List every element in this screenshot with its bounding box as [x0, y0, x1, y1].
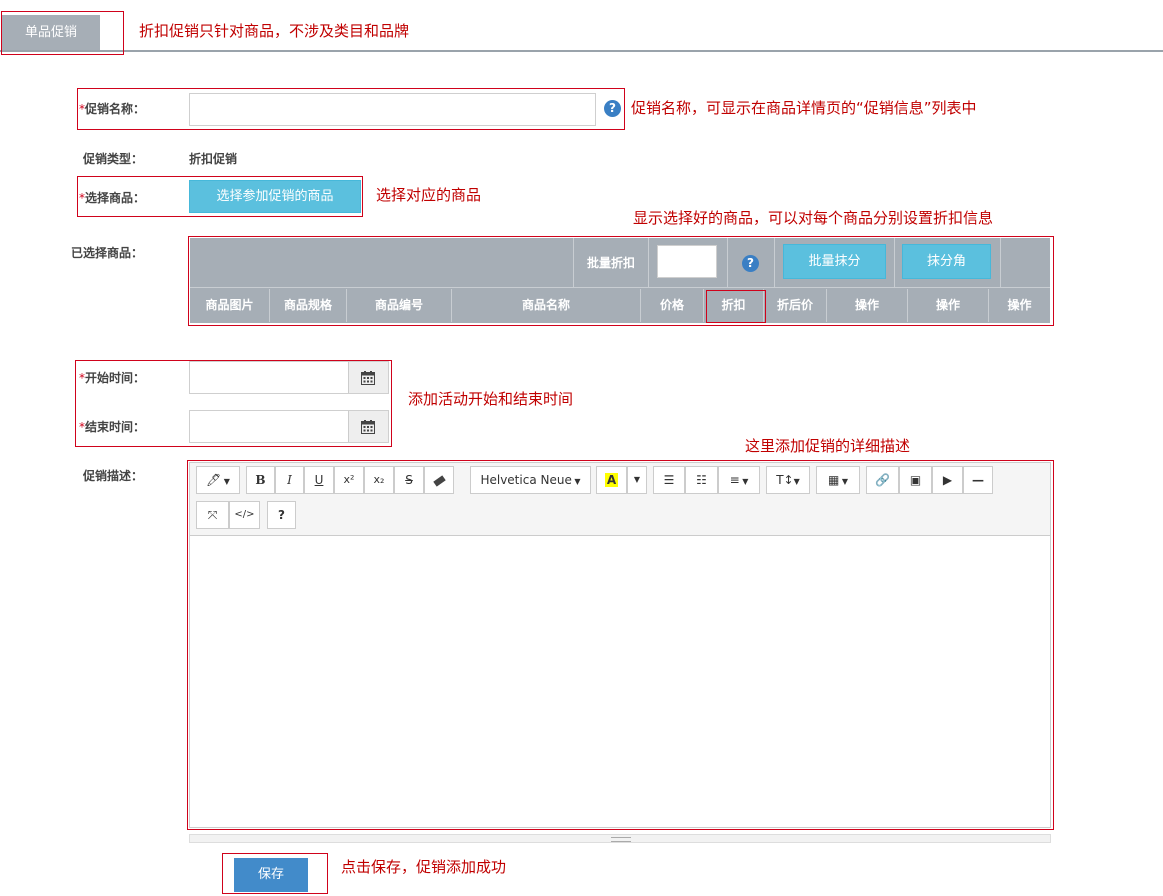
promotion-type-label: 促销类型：: [83, 152, 144, 166]
annotation-box-name: [77, 88, 625, 130]
annotation-box-save: [222, 853, 328, 894]
tab-underline: [0, 50, 1163, 52]
promotion-desc-label: 促销描述：: [83, 469, 144, 483]
annotation-time: 添加活动开始和结束时间: [408, 390, 574, 408]
annotation-save: 点击保存，促销添加成功: [341, 858, 507, 876]
grip-icon: [611, 837, 631, 842]
annotation-box-tab: [1, 11, 124, 55]
editor-resize-handle[interactable]: [189, 834, 1051, 843]
annotation-name: 促销名称，可显示在商品详情页的“促销信息”列表中: [631, 99, 977, 117]
annotation-box-time: [75, 360, 392, 447]
annotation-box-discount-column: [706, 290, 766, 323]
annotation-box-table: [188, 236, 1054, 326]
annotation-desc: 这里添加促销的详细描述: [745, 437, 911, 455]
selected-goods-label: 已选择商品：: [71, 246, 144, 260]
annotation-tab: 折扣促销只针对商品，不涉及类目和品牌: [139, 22, 410, 40]
annotation-box-select: [77, 176, 363, 217]
promotion-type-value: 折扣促销: [189, 152, 238, 166]
annotation-select: 选择对应的商品: [376, 186, 482, 204]
annotation-box-desc: [187, 460, 1054, 830]
annotation-table: 显示选择好的商品，可以对每个商品分别设置折扣信息: [633, 209, 994, 227]
